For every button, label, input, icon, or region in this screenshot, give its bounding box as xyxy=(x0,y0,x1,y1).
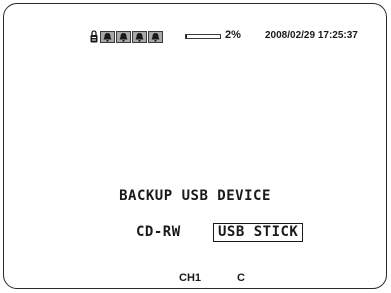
alarm-bell-icon xyxy=(100,31,115,43)
status-bar: 2% 2008/02/29 17:25:37 xyxy=(4,28,386,46)
mode-label: C xyxy=(237,272,245,284)
disk-usage-fill xyxy=(186,35,187,38)
option-cd-rw[interactable]: CD-RW xyxy=(136,224,181,240)
disk-usage-bar xyxy=(185,34,221,39)
option-usb-stick-selected[interactable]: USB STICK xyxy=(213,223,304,242)
datetime-display: 2008/02/29 17:25:37 xyxy=(265,30,358,41)
dvr-screen: 2% 2008/02/29 17:25:37 BACKUP USB DEVICE… xyxy=(3,3,387,289)
alarm-bell-icon xyxy=(148,31,163,43)
disk-usage-label: 2% xyxy=(225,29,241,41)
menu-title: BACKUP USB DEVICE xyxy=(119,188,271,204)
alarm-bell-icon xyxy=(116,31,131,43)
alarm-indicators xyxy=(100,31,163,43)
alarm-bell-icon xyxy=(132,31,147,43)
channel-label: CH1 xyxy=(179,272,202,284)
lock-icon xyxy=(90,29,98,48)
